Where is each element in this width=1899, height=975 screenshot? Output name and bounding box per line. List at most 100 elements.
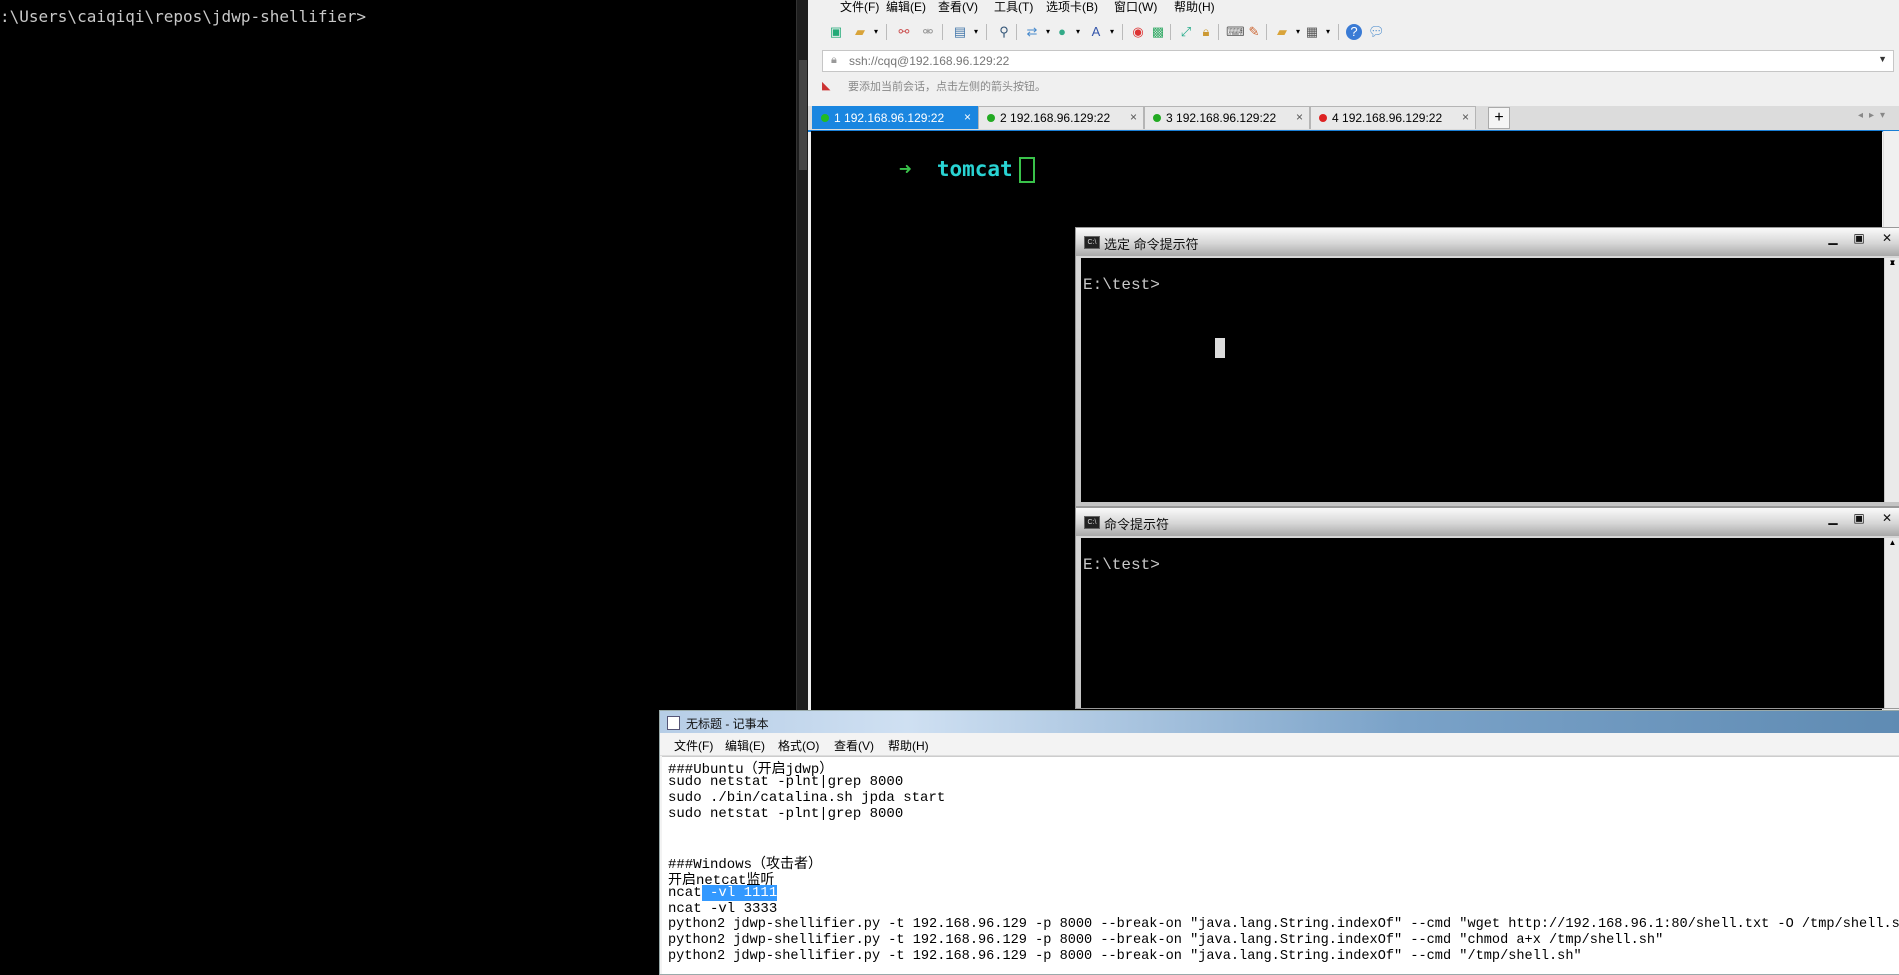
xshell-toolbar: ▣ ▰ ▾ ⚯ ⚮ ▤ ▾ ⚲ ⇄ ▾ ● ▾ A ▾ ◉ ▩ ⤢ 🔒︎ ⌨ ✎… [808,18,1899,46]
text-line: ncat -vl 3333 [668,901,778,917]
transfer-icon[interactable]: ⇄ [1024,24,1040,40]
text-line: python2 jdwp-shellifier.py -t 192.168.96… [668,933,1664,948]
menu-file[interactable]: 文件(F) [840,0,879,15]
open-icon[interactable]: ▰ [852,24,868,40]
lock-icon: 🔒︎ [831,54,837,66]
bookmark-icon[interactable]: ◣ [822,79,834,92]
text-selection[interactable]: -vl 1111 [701,885,778,901]
cmd-prompt: E:\test> [1083,276,1160,294]
keyboard-icon[interactable]: ⌨ [1226,24,1245,40]
menu-edit[interactable]: 编辑(E) [886,0,926,15]
menu-help[interactable]: 帮助(H) [1174,0,1215,15]
xshell-menubar: 文件(F) 编辑(E) 查看(V) 工具(T) 选项卡(B) 窗口(W) 帮助(… [808,0,1899,14]
text-line: sudo ./bin/catalina.sh jpda start [668,790,946,806]
status-dot-icon [821,114,829,122]
menu-edit[interactable]: 编辑(E) [725,737,765,754]
chevron-down-icon[interactable]: ▼ [1878,54,1887,64]
cmd-scrollbar[interactable]: ▲ ▼ [1885,258,1899,502]
menu-format[interactable]: 格式(O) [778,737,819,754]
tab-nav-arrows-icon[interactable]: ◂▸▾ [1858,110,1891,121]
cmd-console[interactable]: E:\test> [1081,538,1884,708]
find-icon[interactable]: ⚲ [996,24,1012,40]
connect-icon[interactable]: ⚯ [896,24,912,40]
notepad-editor[interactable]: ###Ubuntu（开启jdwp） sudo netstat -plnt|gre… [662,756,1899,974]
chevron-down-icon[interactable]: ▾ [868,24,884,40]
disconnect-icon[interactable]: ⚮ [920,24,936,40]
cmd-prompt: E:\test> [1083,556,1160,574]
status-dot-icon [1153,114,1161,122]
console-prompt: :\Users\caiqiqi\repos\jdwp-shellifier> [0,7,367,26]
status-dot-icon [987,114,995,122]
cmd-titlebar[interactable]: C:\ 选定 命令提示符 ▁ ▣ ✕ [1076,228,1899,256]
new-session-icon[interactable]: ▣ [828,24,844,40]
menu-file[interactable]: 文件(F) [674,737,713,754]
menu-window[interactable]: 窗口(W) [1114,0,1157,15]
cmd-scrollbar[interactable]: ▲ [1885,538,1899,708]
globe-icon[interactable]: ● [1054,24,1070,40]
menu-view[interactable]: 查看(V) [938,0,978,15]
status-dot-icon [1319,114,1327,122]
scroll-up-icon[interactable]: ▲ [1885,538,1899,547]
session-hint: 要添加当前会话，点击左侧的箭头按钮。 [848,81,1046,93]
minimize-icon[interactable]: ▁ [1822,230,1844,246]
folder-icon[interactable]: ▰ [1274,24,1290,40]
chat-icon[interactable]: 💬︎ [1368,24,1385,40]
text-line: python2 jdwp-shellifier.py -t 192.168.96… [668,949,1582,964]
window-title: 命令提示符 [1104,517,1170,532]
font-icon[interactable]: A [1088,24,1104,40]
maximize-icon[interactable]: ▣ [1848,510,1870,526]
menu-tools[interactable]: 工具(T) [994,0,1033,15]
tab-session-4[interactable]: 4 192.168.96.129:22 × [1310,106,1476,129]
terminal-prompt: ➜ tomcat [823,133,1035,207]
notepad-menubar: 文件(F) 编辑(E) 格式(O) 查看(V) 帮助(H) [660,735,1899,756]
close-icon[interactable]: × [1462,110,1469,124]
text-line: python2 jdwp-shellifier.py -t 192.168.96… [668,917,1899,932]
chevron-down-icon[interactable]: ▾ [1070,24,1086,40]
fullscreen-icon[interactable]: ⤢ [1178,24,1194,40]
cmd-icon: C:\ [1084,236,1100,249]
lock-icon[interactable]: 🔒︎ [1198,24,1214,40]
window-title: 选定 命令提示符 [1104,237,1199,252]
script-icon[interactable]: ✎ [1246,24,1262,40]
cmd-titlebar[interactable]: C:\ 命令提示符 ▁ ▣ ✕ [1076,508,1899,536]
xmanager-icon[interactable]: ▩ [1150,24,1166,40]
scroll-down-icon[interactable]: ▼ [1885,258,1899,502]
notepad-window[interactable]: 无标题 - 记事本 文件(F) 编辑(E) 格式(O) 查看(V) 帮助(H) … [659,710,1899,975]
scroll-thumb[interactable] [799,60,807,170]
layout-icon[interactable]: ▦ [1304,24,1320,40]
close-icon[interactable]: × [1296,110,1303,124]
minimize-icon[interactable]: ▁ [1822,510,1844,526]
properties-icon[interactable]: ▤ [952,24,968,40]
close-icon[interactable]: × [964,110,971,124]
tab-session-2[interactable]: 2 192.168.96.129:22 × [978,106,1144,129]
close-icon[interactable]: ✕ [1876,230,1898,246]
menu-view[interactable]: 查看(V) [834,737,874,754]
xftp-icon[interactable]: ◉ [1130,24,1146,40]
address-bar[interactable]: 🔒︎ ssh://cqq@192.168.96.129:22 ▼ [822,50,1894,72]
notepad-icon [667,716,680,730]
close-icon[interactable]: ✕ [1876,510,1898,526]
session-tabs: 1 192.168.96.129:22 × 2 192.168.96.129:2… [808,106,1899,132]
chevron-down-icon[interactable]: ▾ [1104,24,1120,40]
cmd-console[interactable]: E:\test> [1081,258,1884,502]
maximize-icon[interactable]: ▣ [1848,230,1870,246]
menu-tabs[interactable]: 选项卡(B) [1046,0,1098,15]
text-line: sudo netstat -plnt|grep 8000 [668,806,904,822]
help-icon[interactable]: ? [1346,24,1362,40]
add-tab-button[interactable]: + [1488,107,1510,129]
cmd-window[interactable]: C:\ 命令提示符 ▁ ▣ ✕ E:\test> ▲ [1075,507,1899,709]
address-text[interactable]: ssh://cqq@192.168.96.129:22 [849,54,1009,68]
window-title: 无标题 - 记事本 [686,717,769,731]
chevron-down-icon[interactable]: ▾ [1320,24,1336,40]
terminal-cursor [1018,157,1035,183]
close-icon[interactable]: × [1130,110,1137,124]
tab-session-1[interactable]: 1 192.168.96.129:22 × [812,106,978,129]
menu-help[interactable]: 帮助(H) [888,737,929,754]
cmd-window-selected[interactable]: C:\ 选定 命令提示符 ▁ ▣ ✕ E:\test> ▲ ▼ [1075,227,1899,507]
chevron-down-icon[interactable]: ▾ [968,24,984,40]
tab-session-3[interactable]: 3 192.168.96.129:22 × [1144,106,1310,129]
cmd-icon: C:\ [1084,516,1100,529]
text-line: ncat -vl 1111 [668,885,778,901]
notepad-titlebar[interactable]: 无标题 - 记事本 [660,711,1899,733]
text-line: sudo netstat -plnt|grep 8000 [668,774,904,790]
